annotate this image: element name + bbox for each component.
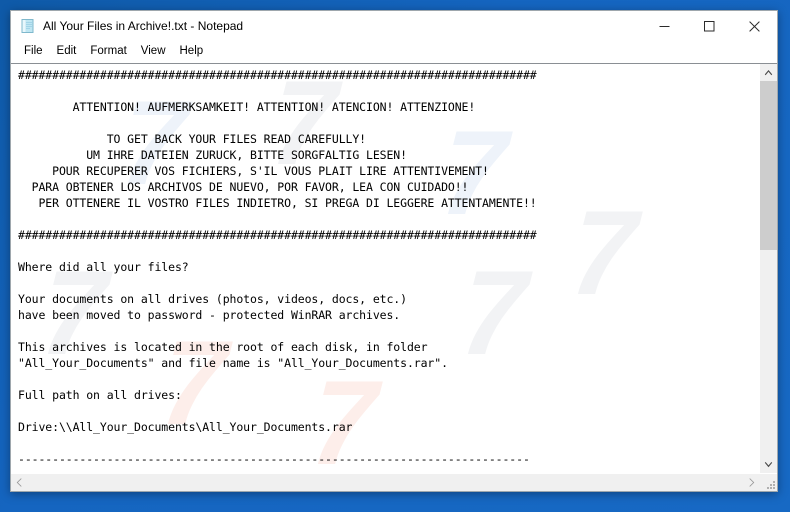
document-line: TO GET BACK YOUR FILES READ CAREFULLY!: [18, 132, 367, 146]
vertical-scrollbar-thumb[interactable]: [760, 81, 777, 250]
document-line: ########################################…: [18, 228, 537, 242]
text-editor-area[interactable]: 7 7 7 7 7 7 7 7 ########################…: [11, 64, 759, 473]
desktop-background: All Your Files in Archive!.txt - Notepad…: [0, 0, 790, 512]
document-line: Your documents on all drives (photos, vi…: [18, 292, 407, 306]
document-line: This archives is located in the root of …: [18, 340, 428, 354]
notepad-window: All Your Files in Archive!.txt - Notepad…: [10, 10, 778, 492]
title-bar[interactable]: All Your Files in Archive!.txt - Notepad: [11, 11, 777, 41]
notepad-document-icon: [20, 18, 36, 34]
horizontal-scrollbar-track[interactable]: [28, 474, 743, 491]
document-line: ----------------------------------------…: [18, 452, 530, 466]
vertical-scrollbar[interactable]: [759, 64, 777, 473]
document-text[interactable]: ########################################…: [11, 64, 759, 473]
menu-item-help[interactable]: Help: [173, 44, 211, 59]
document-line: Where did all your files?: [18, 260, 189, 274]
minimize-button[interactable]: [642, 11, 687, 41]
client-row: 7 7 7 7 7 7 7 7 ########################…: [11, 64, 777, 473]
horizontal-scrollbar[interactable]: [11, 473, 777, 491]
menu-bar: File Edit Format View Help: [11, 41, 777, 63]
document-line: "All_Your_Documents" and file name is "A…: [18, 356, 448, 370]
document-line: UM IHRE DATEIEN ZURUCK, BITTE SORGFALTIG…: [18, 148, 407, 162]
document-line: POUR RECUPERER VOS FICHIERS, S'IL VOUS P…: [18, 164, 489, 178]
vertical-scrollbar-track[interactable]: [760, 81, 777, 456]
scroll-right-arrow-icon[interactable]: [743, 474, 760, 491]
maximize-button[interactable]: [687, 11, 732, 41]
document-line: Full path on all drives:: [18, 388, 182, 402]
document-line: PER OTTENERE IL VOSTRO FILES INDIETRO, S…: [18, 196, 537, 210]
scroll-down-arrow-icon[interactable]: [760, 456, 777, 473]
menu-item-edit[interactable]: Edit: [50, 44, 84, 59]
menu-item-view[interactable]: View: [134, 44, 173, 59]
window-title: All Your Files in Archive!.txt - Notepad: [43, 19, 244, 33]
menu-item-format[interactable]: Format: [83, 44, 133, 59]
document-line: PARA OBTENER LOS ARCHIVOS DE NUEVO, POR …: [18, 180, 469, 194]
resize-grip-icon[interactable]: [760, 474, 777, 491]
scroll-left-arrow-icon[interactable]: [11, 474, 28, 491]
document-line: have been moved to password - protected …: [18, 308, 401, 322]
document-line: ATTENTION! AUFMERKSAMKEIT! ATTENTION! AT…: [18, 100, 476, 114]
document-line: Drive:\\All_Your_Documents\All_Your_Docu…: [18, 420, 353, 434]
client-area: 7 7 7 7 7 7 7 7 ########################…: [11, 63, 777, 491]
scroll-up-arrow-icon[interactable]: [760, 64, 777, 81]
window-controls: [642, 11, 777, 41]
title-bar-left: All Your Files in Archive!.txt - Notepad: [11, 18, 642, 34]
menu-item-file[interactable]: File: [17, 44, 50, 59]
document-line: ########################################…: [18, 68, 537, 82]
close-button[interactable]: [732, 11, 777, 41]
